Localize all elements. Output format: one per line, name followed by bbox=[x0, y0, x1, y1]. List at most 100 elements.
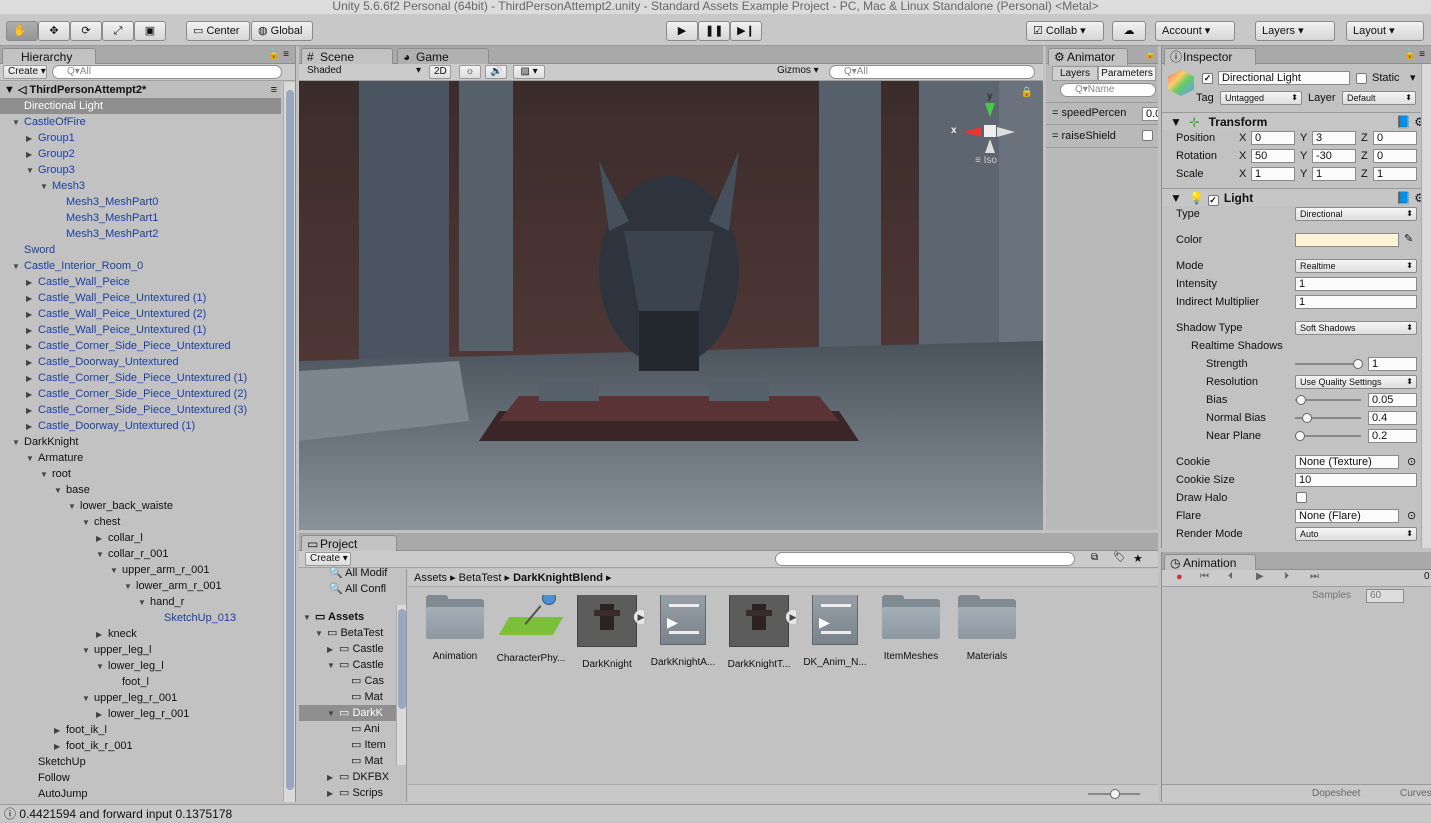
active-checkbox[interactable]: ✓ bbox=[1202, 73, 1213, 84]
fold-arrow-icon[interactable]: ▶ bbox=[327, 642, 339, 658]
static-checkbox[interactable] bbox=[1356, 73, 1367, 84]
hierarchy-item[interactable]: ▼ lower_leg_l bbox=[0, 658, 281, 674]
hierarchy-item[interactable]: SketchUp_013 bbox=[0, 610, 281, 626]
tab-hierarchy[interactable]: Hierarchy bbox=[2, 48, 96, 65]
hierarchy-item[interactable]: Directional Light bbox=[0, 98, 281, 114]
hierarchy-item[interactable]: ▼ CastleOfFire bbox=[0, 114, 281, 130]
project-create-dropdown[interactable]: Create ▾ bbox=[305, 552, 351, 566]
hierarchy-item[interactable]: Follow bbox=[0, 770, 281, 786]
hierarchy-item[interactable]: ▶ Castle_Corner_Side_Piece_Untextured (2) bbox=[0, 386, 281, 402]
project-folder-item[interactable]: ▶ ▭ DKFBX bbox=[299, 769, 396, 785]
collapsed-arrow-icon[interactable]: ▶ bbox=[26, 131, 38, 147]
collapsed-arrow-icon[interactable]: ▶ bbox=[26, 147, 38, 163]
filter-type-icon[interactable]: ⧉ bbox=[1091, 552, 1098, 563]
layout-dropdown[interactable]: Layout ▾ bbox=[1346, 21, 1424, 41]
hierarchy-item[interactable]: ▼ lower_back_waiste bbox=[0, 498, 281, 514]
last-key-icon[interactable]: ⏭ bbox=[1310, 571, 1319, 582]
scale-y-field[interactable]: 1 bbox=[1312, 167, 1356, 181]
collapsed-arrow-icon[interactable]: ▶ bbox=[26, 275, 38, 291]
project-folder-item[interactable]: ▼ ▭ DarkK bbox=[299, 705, 396, 721]
tab-scene[interactable]: # Scene bbox=[301, 48, 393, 65]
gizmo-y-cone-icon[interactable] bbox=[985, 103, 995, 117]
hierarchy-item[interactable]: ▼ base bbox=[0, 482, 281, 498]
create-dropdown[interactable]: Create ▾ bbox=[3, 65, 47, 79]
light-mode-dropdown[interactable]: Realtime bbox=[1295, 259, 1417, 273]
project-folder-item[interactable]: ▼ ▭ Assets bbox=[299, 609, 396, 625]
tag-dropdown[interactable]: Untagged bbox=[1220, 91, 1302, 105]
global-space-button[interactable]: ◍ Global bbox=[251, 21, 313, 41]
expanded-arrow-icon[interactable]: ▼ bbox=[82, 515, 94, 531]
frame-field[interactable]: 0 bbox=[1424, 571, 1430, 582]
scene-search-input[interactable]: Q▾All bbox=[829, 65, 1035, 79]
project-search-input[interactable] bbox=[775, 552, 1075, 566]
slider-knob[interactable] bbox=[1296, 395, 1306, 405]
slider-knob[interactable] bbox=[1353, 359, 1363, 369]
collapsed-arrow-icon[interactable]: ▶ bbox=[54, 723, 66, 739]
tab-game[interactable]: ◕ Game bbox=[397, 48, 489, 65]
expanded-arrow-icon[interactable]: ▼ bbox=[40, 179, 52, 195]
hierarchy-item[interactable]: ▼ hand_r bbox=[0, 594, 281, 610]
scene-viewport[interactable]: y x ≡ Iso 🔒 bbox=[299, 81, 1043, 530]
slider-knob[interactable] bbox=[1295, 431, 1305, 441]
hierarchy-item[interactable]: ▼ upper_leg_r_001 bbox=[0, 690, 281, 706]
project-folder-item[interactable]: ▭ Mat bbox=[299, 689, 396, 705]
scale-x-field[interactable]: 1 bbox=[1251, 167, 1295, 181]
expanded-arrow-icon[interactable]: ▼ bbox=[68, 499, 80, 515]
cookie-field[interactable]: None (Texture) bbox=[1295, 455, 1399, 469]
scene-menu-icon[interactable]: ≡ bbox=[271, 82, 277, 98]
tab-project[interactable]: ▭ Project bbox=[301, 535, 397, 552]
gizmo-persp-label[interactable]: ≡ Iso bbox=[975, 155, 997, 166]
hierarchy-item[interactable]: SketchUp bbox=[0, 754, 281, 770]
expanded-arrow-icon[interactable]: ▼ bbox=[40, 467, 52, 483]
pivot-center-button[interactable]: ▭ Center bbox=[186, 21, 250, 41]
collapsed-arrow-icon[interactable]: ▶ bbox=[26, 355, 38, 371]
collab-dropdown[interactable]: ☑ Collab ▾ bbox=[1026, 21, 1104, 41]
breadcrumb-item[interactable]: BetaTest bbox=[459, 572, 502, 584]
layers-dropdown[interactable]: Layers ▾ bbox=[1255, 21, 1335, 41]
project-folder-item[interactable]: ▶ ▭ Castle bbox=[299, 641, 396, 657]
pause-button[interactable]: ❚❚ bbox=[698, 21, 730, 41]
scroll-thumb[interactable] bbox=[398, 609, 406, 709]
effects-dropdown[interactable]: ▨ ▾ bbox=[513, 65, 545, 79]
position-z-field[interactable]: 0 bbox=[1373, 131, 1417, 145]
inspector-scrollbar[interactable] bbox=[1421, 64, 1431, 548]
bias-field[interactable]: 0.05 bbox=[1368, 393, 1417, 407]
axis-label-z[interactable]: Z bbox=[1361, 132, 1368, 144]
light-header[interactable]: ▼ 💡 ✓ Light 📘 ⚙ bbox=[1162, 188, 1431, 206]
hierarchy-item[interactable]: ▶ lower_leg_r_001 bbox=[0, 706, 281, 722]
hierarchy-item[interactable]: ▶ foot_ik_l bbox=[0, 722, 281, 738]
parameter-search-input[interactable]: Q▾Name bbox=[1060, 83, 1156, 97]
shadow-type-dropdown[interactable]: Soft Shadows bbox=[1295, 321, 1417, 335]
gizmo-z-cone-icon[interactable] bbox=[997, 127, 1015, 137]
scene-root-row[interactable]: ▼ ◁ ThirdPersonAttempt2* ≡ bbox=[0, 82, 281, 98]
axis-label-z[interactable]: Z bbox=[1361, 168, 1368, 180]
favorite-item[interactable]: 🔍 All Confl bbox=[329, 581, 392, 597]
project-folder-item[interactable]: ▭ Cas bbox=[299, 673, 396, 689]
resolution-dropdown[interactable]: Use Quality Settings bbox=[1295, 375, 1417, 389]
static-dropdown-icon[interactable]: ▾ bbox=[1410, 71, 1416, 84]
hierarchy-item[interactable]: ▶ Castle_Doorway_Untextured (1) bbox=[0, 418, 281, 434]
collapsed-arrow-icon[interactable]: ▶ bbox=[26, 387, 38, 403]
project-folder-item[interactable]: ▭ Ani bbox=[299, 721, 396, 737]
asset-item[interactable]: ▶ DarkKnight bbox=[570, 595, 644, 670]
light-type-dropdown[interactable]: Directional bbox=[1295, 207, 1417, 221]
tab-animator[interactable]: ⚙ Animator bbox=[1048, 48, 1128, 65]
hierarchy-item[interactable]: ▼ Castle_Interior_Room_0 bbox=[0, 258, 281, 274]
gizmos-dropdown[interactable]: Gizmos ▾ bbox=[773, 65, 825, 79]
asset-item[interactable]: Animation bbox=[418, 595, 492, 662]
intensity-field[interactable]: 1 bbox=[1295, 277, 1417, 291]
project-folder-item[interactable]: ▭ Mat bbox=[299, 753, 396, 769]
expanded-arrow-icon[interactable]: ▼ bbox=[82, 643, 94, 659]
object-name-field[interactable]: Directional Light bbox=[1218, 71, 1350, 85]
hierarchy-search-input[interactable]: Q▾All bbox=[52, 65, 282, 79]
transform-header[interactable]: ▼ ⊹ Transform 📘 ⚙ bbox=[1162, 112, 1431, 130]
cloud-button[interactable]: ☁ bbox=[1112, 21, 1146, 41]
hierarchy-item[interactable]: Sword bbox=[0, 242, 281, 258]
param-row-speed[interactable]: = speedPercen 0.0 bbox=[1046, 102, 1158, 124]
hierarchy-item[interactable]: ▼ DarkKnight bbox=[0, 434, 281, 450]
axis-label-y[interactable]: Y bbox=[1300, 132, 1307, 144]
fold-arrow-icon[interactable]: ▼ bbox=[327, 658, 339, 674]
hierarchy-scrollbar[interactable] bbox=[283, 82, 295, 802]
normal-bias-field[interactable]: 0.4 bbox=[1368, 411, 1417, 425]
collapsed-arrow-icon[interactable]: ▶ bbox=[96, 627, 108, 643]
